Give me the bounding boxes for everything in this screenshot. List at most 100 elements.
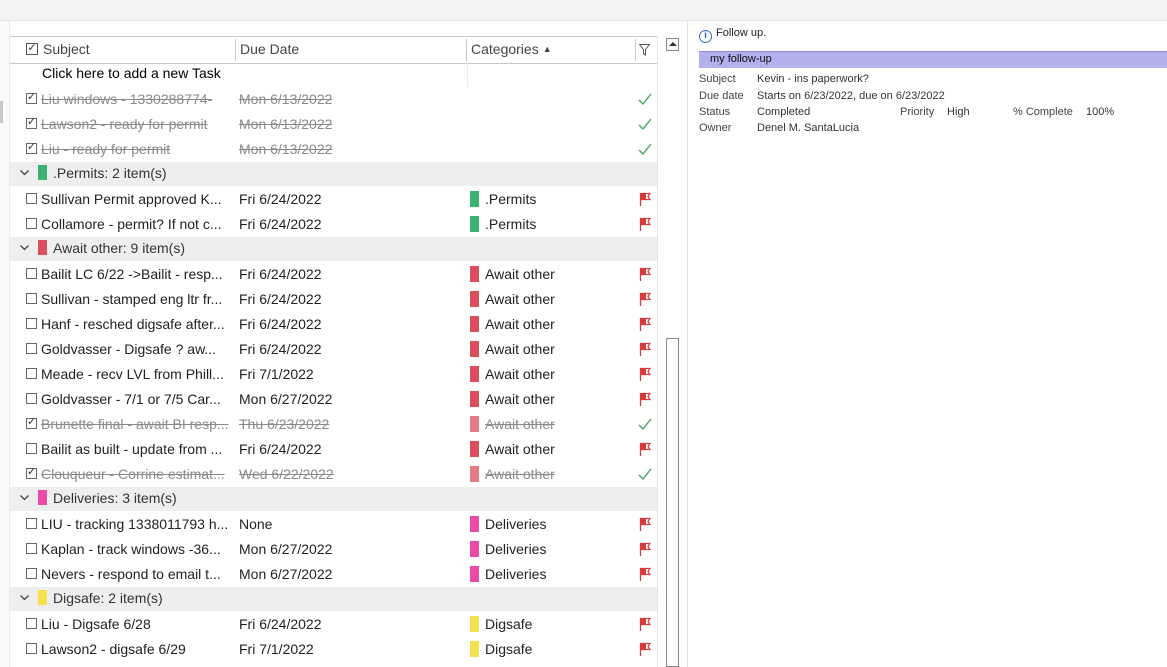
completed-check-icon[interactable] xyxy=(638,91,652,107)
task-category[interactable]: Digsafe xyxy=(470,641,630,657)
task-subject[interactable]: Sullivan Permit approved K... xyxy=(41,191,236,207)
complete-checkbox[interactable] xyxy=(26,465,37,479)
filter-icon[interactable] xyxy=(639,44,650,56)
task-subject[interactable]: Bailit as built - update from ... xyxy=(41,441,236,457)
task-category[interactable]: Await other xyxy=(470,316,630,332)
complete-checkbox[interactable] xyxy=(26,218,37,229)
collapse-chevron-icon[interactable] xyxy=(19,242,30,253)
task-category[interactable]: Await other xyxy=(470,441,630,457)
follow-up-flag-icon[interactable] xyxy=(638,191,652,207)
follow-up-flag-icon[interactable] xyxy=(638,516,652,532)
complete-checkbox[interactable] xyxy=(26,368,37,379)
task-category[interactable]: .Permits xyxy=(470,216,630,232)
task-row[interactable]: Hanf - resched digsafe after... Fri 6/24/… xyxy=(10,312,657,337)
task-row[interactable]: Goldvasser - 7/1 or 7/5 Car... Mon 6/27/2… xyxy=(10,387,657,412)
task-row[interactable]: Kaplan - track windows -36... Mon 6/27/20… xyxy=(10,537,657,562)
follow-up-flag-icon[interactable] xyxy=(638,266,652,282)
complete-checkbox[interactable] xyxy=(26,518,37,529)
task-row[interactable]: Lawson2 - ready for permitMon 6/13/2022 xyxy=(10,112,657,137)
follow-up-flag-icon[interactable] xyxy=(638,616,652,632)
task-category[interactable]: Await other xyxy=(470,391,630,407)
task-category[interactable]: Await other xyxy=(470,266,630,282)
task-row[interactable]: Meade - recv LVL from Phill... Fri 7/1/20… xyxy=(10,362,657,387)
task-subject[interactable]: Liu windows - 1330288774- xyxy=(41,91,236,107)
group-header[interactable]: .Permits: 2 item(s) xyxy=(10,162,657,186)
task-category[interactable]: Await other xyxy=(470,341,630,357)
collapse-chevron-icon[interactable] xyxy=(19,167,30,178)
task-subject[interactable]: Lawson2 - ready for permit xyxy=(41,116,236,132)
completed-check-icon[interactable] xyxy=(638,116,652,132)
follow-up-flag-icon[interactable] xyxy=(638,541,652,557)
task-category[interactable]: Deliveries xyxy=(470,541,630,557)
task-row[interactable]: LIU - tracking 1338011793 h... None Delive… xyxy=(10,512,657,537)
task-subject[interactable]: Liu - ready for permit xyxy=(41,141,236,157)
task-row[interactable]: Liu windows - 1330288774-Mon 6/13/2022 xyxy=(10,87,657,112)
follow-up-flag-icon[interactable] xyxy=(638,641,652,657)
group-header[interactable]: Digsafe: 2 item(s) xyxy=(10,587,657,611)
follow-up-flag-icon[interactable] xyxy=(638,566,652,582)
task-category[interactable]: Deliveries xyxy=(470,516,630,532)
task-subject[interactable]: Goldvasser - 7/1 or 7/5 Car... xyxy=(41,391,236,407)
complete-checkbox[interactable] xyxy=(26,318,37,329)
task-row[interactable]: Brunette final - await BI resp...Thu 6/2… xyxy=(10,412,657,437)
complete-checkbox[interactable] xyxy=(26,393,37,404)
task-subject[interactable]: Sullivan - stamped eng ltr fr... xyxy=(41,291,236,307)
task-subject[interactable]: Bailit LC 6/22 ->Bailit - resp... xyxy=(41,266,236,282)
follow-up-flag-icon[interactable] xyxy=(638,291,652,307)
complete-checkbox[interactable] xyxy=(26,443,37,454)
task-row[interactable]: Nevers - respond to email t... Mon 6/27/2… xyxy=(10,562,657,587)
vertical-scrollbar[interactable] xyxy=(657,36,687,667)
task-row[interactable]: Bailit LC 6/22 ->Bailit - resp... Fri 6/2… xyxy=(10,262,657,287)
complete-checkbox[interactable] xyxy=(26,293,37,304)
task-category[interactable]: Deliveries xyxy=(470,566,630,582)
task-subject[interactable]: Hanf - resched digsafe after... xyxy=(41,316,236,332)
task-row[interactable]: Sullivan - stamped eng ltr fr... Fri 6/24… xyxy=(10,287,657,312)
task-subject[interactable]: Collamore - permit? If not c... xyxy=(41,216,236,232)
scroll-up-button[interactable] xyxy=(666,38,679,51)
task-category[interactable]: Digsafe xyxy=(470,616,630,632)
task-subject[interactable]: Clouqueur - Corrine estimat... xyxy=(41,466,236,482)
follow-up-flag-icon[interactable] xyxy=(638,341,652,357)
scroll-thumb[interactable] xyxy=(666,338,679,667)
add-new-task-text[interactable]: Click here to add a new Task xyxy=(42,65,221,81)
task-subject[interactable]: Meade - recv LVL from Phill... xyxy=(41,366,236,382)
follow-up-flag-icon[interactable] xyxy=(638,216,652,232)
task-subject[interactable]: Liu - Digsafe 6/28 xyxy=(41,616,236,632)
follow-up-flag-icon[interactable] xyxy=(638,441,652,457)
task-row[interactable]: Sullivan Permit approved K... Fri 6/24/20… xyxy=(10,187,657,212)
task-category[interactable]: Await other xyxy=(470,366,630,382)
task-row[interactable]: Liu - ready for permitMon 6/13/2022 xyxy=(10,137,657,162)
column-divider[interactable] xyxy=(635,39,636,61)
collapse-chevron-icon[interactable] xyxy=(19,592,30,603)
task-row[interactable]: Goldvasser - Digsafe ? aw... Fri 6/24/202… xyxy=(10,337,657,362)
follow-up-flag-icon[interactable] xyxy=(638,316,652,332)
column-categories[interactable]: Categories ▲ xyxy=(471,41,552,57)
task-subject[interactable]: Brunette final - await BI resp... xyxy=(41,416,236,432)
task-row[interactable]: Lawson2 - digsafe 6/29 Fri 7/1/2022 Digsaf… xyxy=(10,637,657,662)
complete-checkbox[interactable] xyxy=(26,415,37,429)
follow-up-flag-icon[interactable] xyxy=(638,391,652,407)
follow-up-flag-icon[interactable] xyxy=(638,366,652,382)
header-complete-checkbox[interactable]: ✓ xyxy=(26,43,38,55)
task-subject[interactable]: Nevers - respond to email t... xyxy=(41,566,236,582)
column-divider[interactable] xyxy=(235,39,236,61)
complete-checkbox[interactable] xyxy=(26,343,37,354)
task-category[interactable]: Await other xyxy=(470,416,630,432)
task-category[interactable]: .Permits xyxy=(470,191,630,207)
group-header[interactable]: Deliveries: 3 item(s) xyxy=(10,487,657,511)
task-subject[interactable]: Goldvasser - Digsafe ? aw... xyxy=(41,341,236,357)
complete-checkbox[interactable] xyxy=(26,193,37,204)
complete-checkbox[interactable] xyxy=(26,543,37,554)
task-category[interactable]: Await other xyxy=(470,466,630,482)
group-header[interactable]: Await other: 9 item(s) xyxy=(10,237,657,261)
task-subject[interactable]: LIU - tracking 1338011793 h... xyxy=(41,516,236,532)
completed-check-icon[interactable] xyxy=(638,141,652,157)
complete-checkbox[interactable] xyxy=(26,643,37,654)
complete-checkbox[interactable] xyxy=(26,618,37,629)
completed-check-icon[interactable] xyxy=(638,416,652,432)
task-subject[interactable]: Kaplan - track windows -36... xyxy=(41,541,236,557)
column-due-date[interactable]: Due Date xyxy=(240,41,299,57)
complete-checkbox[interactable] xyxy=(26,115,37,129)
task-row[interactable]: Bailit as built - update from ... Fri 6/2… xyxy=(10,437,657,462)
add-new-task-row[interactable]: Click here to add a new Task xyxy=(10,62,657,87)
